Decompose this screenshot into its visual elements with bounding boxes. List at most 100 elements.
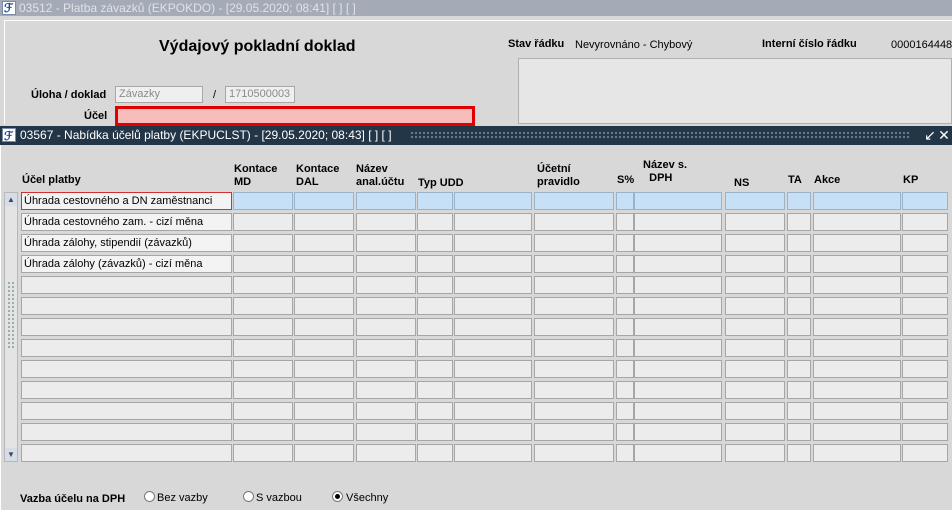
table-cell[interactable] (634, 318, 722, 336)
ucel-cell[interactable] (21, 423, 232, 441)
table-cell[interactable] (725, 297, 785, 315)
table-cell[interactable] (233, 444, 293, 462)
table-cell[interactable] (902, 234, 948, 252)
table-cell[interactable] (417, 234, 453, 252)
table-cell[interactable] (902, 213, 948, 231)
radio-bez-vazby[interactable] (144, 491, 155, 502)
table-cell[interactable] (294, 234, 354, 252)
table-cell[interactable] (634, 276, 722, 294)
table-cell[interactable] (294, 213, 354, 231)
radio-vsechny[interactable] (332, 491, 343, 502)
table-cell[interactable] (417, 297, 453, 315)
table-cell[interactable] (417, 318, 453, 336)
table-cell[interactable] (616, 255, 634, 273)
table-cell[interactable] (787, 381, 811, 399)
table-cell[interactable] (454, 297, 532, 315)
table-cell[interactable] (813, 423, 901, 441)
table-cell[interactable] (294, 444, 354, 462)
table-cell[interactable] (454, 276, 532, 294)
table-cell[interactable] (534, 381, 614, 399)
table-cell[interactable] (233, 360, 293, 378)
table-cell[interactable] (356, 339, 416, 357)
table-cell[interactable] (356, 192, 416, 210)
table-cell[interactable] (454, 402, 532, 420)
table-cell[interactable] (294, 423, 354, 441)
table-cell[interactable] (454, 255, 532, 273)
table-cell[interactable] (417, 213, 453, 231)
background-window-titlebar[interactable]: 03512 - Platba závazků (EKPOKDO) - [29.0… (0, 0, 952, 16)
table-cell[interactable] (634, 213, 722, 231)
table-cell[interactable] (787, 213, 811, 231)
table-cell[interactable] (813, 360, 901, 378)
table-cell[interactable] (634, 423, 722, 441)
table-cell[interactable] (813, 276, 901, 294)
table-cell[interactable] (534, 192, 614, 210)
table-cell[interactable] (233, 423, 293, 441)
table-cell[interactable] (417, 276, 453, 294)
table-cell[interactable] (356, 423, 416, 441)
table-cell[interactable] (787, 234, 811, 252)
table-cell[interactable] (294, 381, 354, 399)
table-cell[interactable] (902, 402, 948, 420)
table-cell[interactable] (233, 276, 293, 294)
table-cell[interactable] (902, 192, 948, 210)
table-cell[interactable] (902, 339, 948, 357)
table-cell[interactable] (616, 444, 634, 462)
ucel-cell[interactable] (21, 381, 232, 399)
table-cell[interactable] (233, 192, 293, 210)
ucel-cell[interactable] (21, 339, 232, 357)
table-cell[interactable] (294, 276, 354, 294)
table-cell[interactable] (787, 402, 811, 420)
table-cell[interactable] (454, 360, 532, 378)
ucel-field[interactable] (115, 106, 475, 126)
table-cell[interactable] (813, 234, 901, 252)
table-cell[interactable] (787, 339, 811, 357)
table-cell[interactable] (902, 297, 948, 315)
table-cell[interactable] (616, 381, 634, 399)
ucel-cell[interactable] (21, 360, 232, 378)
table-cell[interactable] (454, 339, 532, 357)
table-cell[interactable] (725, 444, 785, 462)
scroll-grip[interactable] (7, 281, 15, 349)
table-cell[interactable] (813, 318, 901, 336)
table-cell[interactable] (534, 297, 614, 315)
uloha-field[interactable]: Závazky (115, 86, 203, 103)
table-cell[interactable] (294, 255, 354, 273)
table-scrollbar[interactable]: ▲ ▼ (4, 192, 18, 462)
table-cell[interactable] (294, 318, 354, 336)
table-cell[interactable] (233, 318, 293, 336)
table-cell[interactable] (902, 423, 948, 441)
table-cell[interactable] (417, 360, 453, 378)
table-cell[interactable] (725, 192, 785, 210)
table-cell[interactable] (454, 423, 532, 441)
table-cell[interactable] (534, 213, 614, 231)
table-cell[interactable] (634, 402, 722, 420)
table-cell[interactable] (787, 423, 811, 441)
table-cell[interactable] (454, 318, 532, 336)
table-cell[interactable] (616, 297, 634, 315)
table-cell[interactable] (725, 423, 785, 441)
table-cell[interactable] (356, 276, 416, 294)
ucel-cell[interactable]: Úhrada cestovného zam. - cizí měna (21, 213, 232, 231)
table-cell[interactable] (634, 192, 722, 210)
table-cell[interactable] (725, 339, 785, 357)
table-cell[interactable] (454, 192, 532, 210)
table-cell[interactable] (417, 423, 453, 441)
table-cell[interactable] (356, 360, 416, 378)
table-cell[interactable] (902, 444, 948, 462)
table-cell[interactable] (534, 360, 614, 378)
ucel-cell[interactable] (21, 402, 232, 420)
table-cell[interactable] (787, 276, 811, 294)
table-cell[interactable] (233, 234, 293, 252)
table-cell[interactable] (725, 234, 785, 252)
table-cell[interactable] (417, 381, 453, 399)
table-cell[interactable] (634, 297, 722, 315)
table-cell[interactable] (616, 360, 634, 378)
table-cell[interactable] (634, 381, 722, 399)
table-cell[interactable] (294, 339, 354, 357)
table-cell[interactable] (616, 402, 634, 420)
table-cell[interactable] (534, 444, 614, 462)
table-cell[interactable] (233, 381, 293, 399)
table-cell[interactable] (356, 381, 416, 399)
table-cell[interactable] (534, 234, 614, 252)
